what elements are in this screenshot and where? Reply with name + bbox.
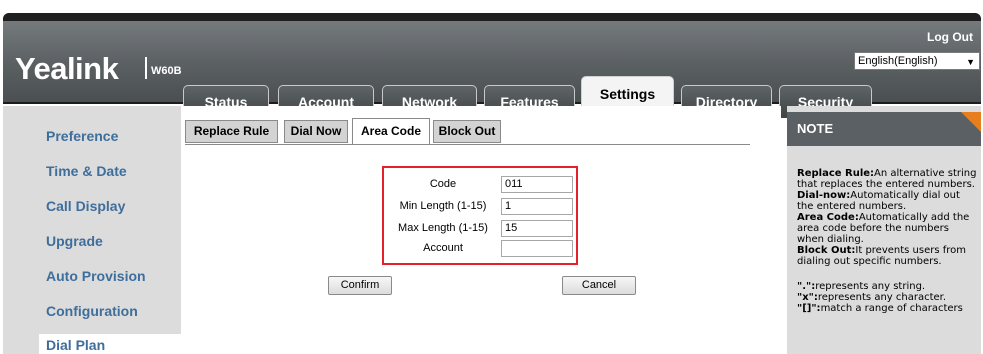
logout-link[interactable]: Log Out bbox=[927, 30, 973, 44]
note-text: match a range of characters bbox=[820, 303, 963, 314]
header-bar: Yealink W60B Log Out English(English) ▼ … bbox=[3, 13, 981, 119]
max-length-input[interactable]: 15 bbox=[501, 220, 573, 237]
account-label: Account bbox=[423, 242, 463, 254]
chevron-down-icon: ▼ bbox=[966, 57, 975, 67]
code-input[interactable]: 011 bbox=[501, 176, 573, 193]
device-model: W60B bbox=[151, 65, 182, 77]
brand-logo: Yealink bbox=[15, 51, 119, 86]
header-top-strip bbox=[3, 13, 981, 21]
sidebar-item-dial-plan[interactable]: Dial Plan bbox=[46, 337, 105, 353]
language-select[interactable]: English(English) ▼ bbox=[854, 52, 980, 70]
min-length-input[interactable]: 1 bbox=[501, 198, 573, 215]
logo-separator bbox=[145, 57, 147, 79]
note-dot: ".":represents any string. bbox=[797, 281, 979, 292]
subtab-area-code[interactable]: Area Code bbox=[352, 118, 430, 145]
note-title: NOTE bbox=[787, 112, 981, 146]
note-term: Block Out: bbox=[797, 245, 856, 256]
sidebar-item-configuration[interactable]: Configuration bbox=[46, 303, 138, 319]
min-length-label: Min Length (1-15) bbox=[399, 200, 487, 212]
cancel-button[interactable]: Cancel bbox=[562, 276, 636, 295]
subtab-dial-now[interactable]: Dial Now bbox=[284, 120, 348, 143]
note-corner-accent bbox=[961, 112, 981, 132]
note-replace-rule: Replace Rule:An alternative string that … bbox=[797, 168, 979, 190]
note-panel: NOTE Replace Rule:An alternative string … bbox=[787, 106, 981, 354]
note-block-out: Block Out:It prevents users from dialing… bbox=[797, 245, 979, 267]
page-frame: Yealink W60B Log Out English(English) ▼ … bbox=[0, 0, 983, 354]
main-content: Replace Rule Dial Now Area Code Block Ou… bbox=[181, 106, 781, 354]
code-label: Code bbox=[429, 178, 457, 190]
sidebar-item-auto-provision[interactable]: Auto Provision bbox=[46, 268, 146, 284]
sidebar: Preference Time & Date Call Display Upgr… bbox=[3, 106, 184, 354]
note-x: "x":represents any character. bbox=[797, 292, 979, 303]
note-text: represents any character. bbox=[817, 292, 947, 303]
max-length-label: Max Length (1-15) bbox=[398, 222, 488, 234]
note-area-code: Area Code:Automatically add the area cod… bbox=[797, 212, 979, 245]
sidebar-item-call-display[interactable]: Call Display bbox=[46, 198, 125, 214]
subtab-replace-rule[interactable]: Replace Rule bbox=[185, 120, 278, 143]
note-term: Dial-now: bbox=[797, 190, 851, 201]
confirm-button[interactable]: Confirm bbox=[328, 276, 392, 295]
note-range: "[]":match a range of characters bbox=[797, 303, 979, 314]
note-term: ".": bbox=[797, 281, 816, 292]
sidebar-item-upgrade[interactable]: Upgrade bbox=[46, 233, 103, 249]
note-term: "[]": bbox=[797, 303, 821, 314]
language-select-value: English(English) bbox=[858, 55, 938, 67]
account-input[interactable] bbox=[501, 240, 573, 257]
sidebar-item-time-date[interactable]: Time & Date bbox=[46, 163, 127, 179]
note-body: Replace Rule:An alternative string that … bbox=[797, 168, 979, 314]
note-term: Area Code: bbox=[797, 212, 859, 223]
subtab-divider bbox=[185, 144, 750, 145]
note-term: Replace Rule: bbox=[797, 168, 875, 179]
sidebar-item-preference[interactable]: Preference bbox=[46, 128, 118, 144]
subtab-block-out[interactable]: Block Out bbox=[433, 120, 501, 143]
note-dial-now: Dial-now:Automatically dial out the ente… bbox=[797, 190, 979, 212]
note-term: "x": bbox=[797, 292, 818, 303]
note-text: represents any string. bbox=[815, 281, 926, 292]
